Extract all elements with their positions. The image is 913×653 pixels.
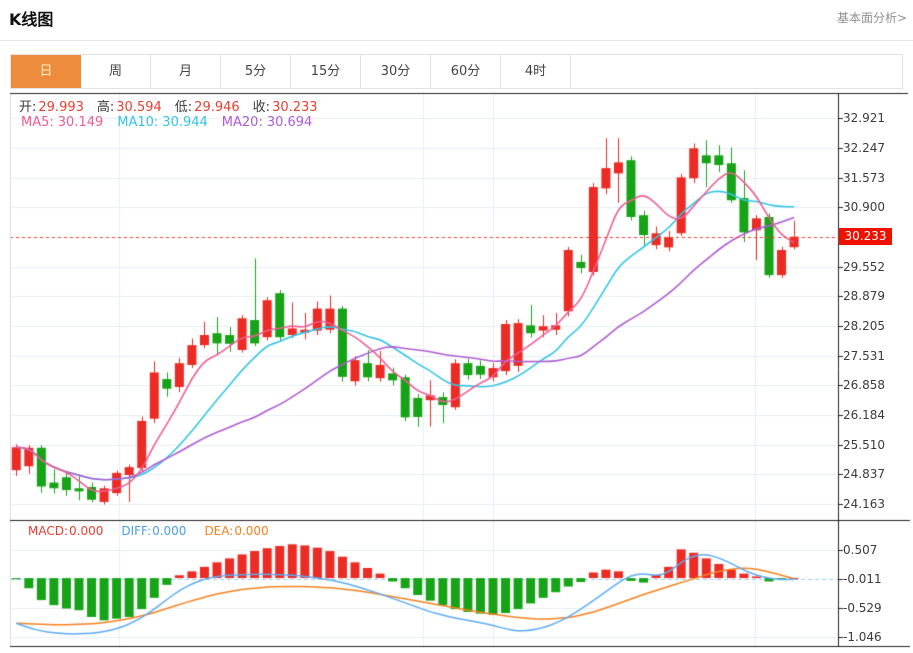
price-axis-label: 27.531 — [843, 348, 885, 363]
ma10-readout: MA10: 30.944 — [117, 115, 208, 130]
price-axis-label: 32.247 — [843, 140, 885, 155]
tab-week[interactable]: 周 — [81, 55, 151, 88]
ma5-readout: MA5: 30.149 — [21, 115, 103, 130]
macd-axis-label: 0.507 — [843, 542, 878, 557]
tab-4hour[interactable]: 4时 — [501, 55, 571, 88]
open-label: 开: — [19, 100, 37, 115]
ma5-value: 30.149 — [57, 115, 104, 130]
ma-readout: MA5: 30.149 MA10: 30.944 MA20: 30.694 — [21, 115, 312, 130]
dea-value-readout: DEA:0.000 — [204, 524, 268, 538]
price-axis-label: 32.921 — [843, 111, 885, 126]
kline-page: K线图 基本面分析> 日周月 5分 15分 30分 60分 4时 开: 29.993 高: 3… — [0, 0, 913, 653]
macd-label: MACD: — [28, 524, 69, 538]
price-axis-label: 24.837 — [843, 467, 885, 482]
macd-readout: MACD:0.000 DIFF:0.000 DEA:0.000 — [28, 524, 269, 538]
price-axis-label: 28.879 — [843, 289, 885, 304]
dea-value: 0.000 — [234, 524, 269, 538]
tab-60min[interactable]: 60分 — [431, 55, 501, 88]
ohlc-high: 高: 30.594 — [97, 96, 162, 115]
macd-axis-label: -0.011 — [843, 571, 882, 586]
tab-month[interactable]: 月 — [151, 55, 221, 88]
low-label: 低: — [174, 100, 193, 115]
price-axis-label: 31.573 — [843, 170, 885, 185]
open-value: 29.993 — [38, 100, 84, 115]
page-title: K线图 — [9, 10, 54, 29]
price-axis-label: 30.900 — [843, 200, 885, 215]
close-label: 收: — [252, 100, 271, 115]
macd-value-readout: MACD:0.000 — [28, 524, 103, 538]
price-axis-label: 28.205 — [843, 318, 885, 333]
price-axis-label: 26.858 — [843, 378, 885, 393]
interval-tab-bar: 日周月 5分 15分 30分 60分 4时 — [10, 54, 903, 89]
ma20-readout: MA20: 30.694 — [222, 115, 313, 130]
tab-bar-filler — [571, 55, 902, 88]
ma10-label: MA10: — [117, 115, 159, 130]
macd-axis-label: -0.529 — [843, 600, 882, 615]
fundamental-analysis-link[interactable]: 基本面分析> — [837, 9, 907, 26]
ohlc-open: 开: 29.993 — [19, 96, 84, 115]
header-divider — [0, 40, 913, 41]
close-value: 30.233 — [272, 100, 318, 115]
ma20-label: MA20: — [221, 115, 263, 130]
macd-axis-label: -1.046 — [843, 630, 882, 645]
high-label: 高: — [96, 100, 115, 115]
tab-15min[interactable]: 15分 — [291, 55, 361, 88]
diff-value: 0.000 — [152, 524, 187, 538]
diff-label: DIFF: — [121, 524, 152, 538]
dea-label: DEA: — [204, 524, 234, 538]
high-value: 30.594 — [116, 100, 162, 115]
ohlc-close: 收: 30.233 — [253, 96, 318, 115]
tab-5min[interactable]: 5分 — [221, 55, 291, 88]
ma5-label: MA5: — [21, 115, 54, 130]
price-axis-label: 26.184 — [843, 407, 885, 422]
macd-value: 0.000 — [69, 524, 104, 538]
ohlc-low: 低: 29.946 — [175, 96, 240, 115]
low-value: 29.946 — [194, 100, 240, 115]
ma20-value: 30.694 — [266, 115, 313, 130]
price-axis-label: 24.163 — [843, 497, 885, 511]
tab-30min[interactable]: 30分 — [361, 55, 431, 88]
price-axis-label: 25.510 — [843, 437, 885, 452]
price-axis-label: 29.552 — [843, 259, 885, 274]
ohlc-readout: 开: 29.993 高: 30.594 低: 29.946 收: 30.233 — [19, 96, 318, 115]
current-price-badge: 30.233 — [839, 228, 892, 245]
ma10-value: 30.944 — [162, 115, 208, 130]
tab-day[interactable]: 日 — [11, 55, 81, 88]
diff-value-readout: DIFF:0.000 — [121, 524, 186, 538]
